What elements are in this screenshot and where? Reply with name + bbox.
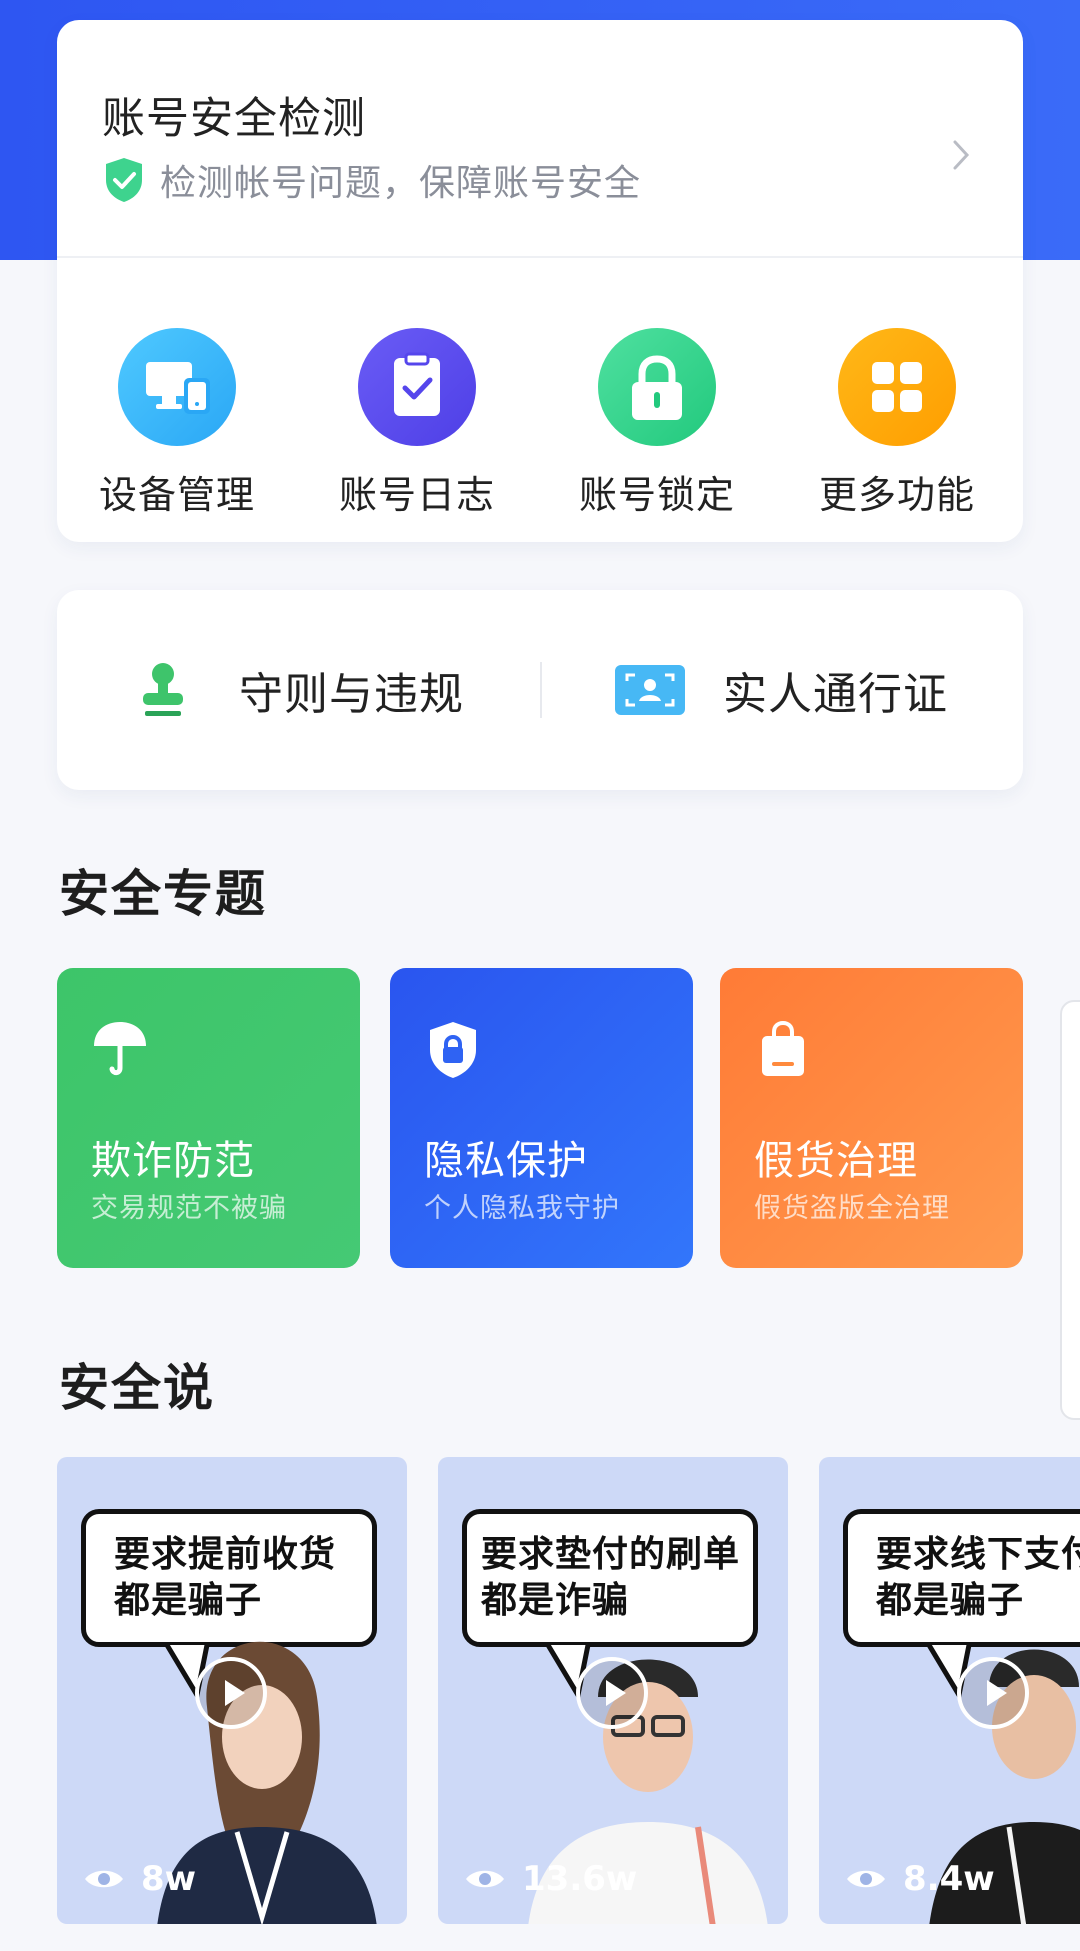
rules-and-violations[interactable]: 守则与违规 [137, 590, 464, 790]
real-person-label: 实人通行证 [723, 669, 948, 720]
stamp-icon [143, 663, 183, 716]
play-icon[interactable] [576, 1657, 648, 1729]
view-count-value: 8.4w [903, 1859, 995, 1899]
shield-lock-icon [430, 1022, 476, 1078]
rules-card: 守则与违规 实人通行证 [57, 590, 1023, 790]
bag-icon [762, 1020, 804, 1076]
account-check-row[interactable]: 账号安全检测 检测帐号问题，保障账号安全 [57, 20, 1023, 258]
real-person-pass[interactable]: 实人通行证 [615, 590, 948, 790]
umbrella-icon [94, 1022, 146, 1076]
clipboard-check-icon [358, 328, 476, 446]
view-count-value: 8w [141, 1859, 197, 1899]
grid-icon [838, 328, 956, 446]
function-label: 账号锁定 [578, 473, 735, 517]
function-row: 设备管理 账号日志 账号锁定 更多功能 [57, 258, 1023, 542]
function-label: 更多功能 [818, 473, 975, 517]
eye-icon [847, 1870, 885, 1888]
play-icon[interactable] [195, 1657, 267, 1729]
topic-title: 欺诈防范 [91, 1138, 255, 1184]
function-device-management[interactable]: 设备管理 [57, 328, 297, 519]
account-security-card: 账号安全检测 检测帐号问题，保障账号安全 设备管理 账号日志 账号锁定 更多功能 [57, 20, 1023, 542]
face-id-icon [615, 665, 685, 715]
function-label: 设备管理 [98, 473, 255, 517]
topic-card-privacy[interactable]: 隐私保护 个人隐私我守护 [390, 968, 693, 1268]
function-account-lock[interactable]: 账号锁定 [537, 328, 777, 519]
view-count: 8.4w [845, 1859, 995, 1899]
lock-icon [598, 328, 716, 446]
topic-subtitle: 个人隐私我守护 [424, 1193, 620, 1224]
account-check-subtitle-row: 检测帐号问题，保障账号安全 [102, 154, 641, 206]
topics-section-title: 安全专题 [59, 865, 267, 923]
function-more[interactable]: 更多功能 [777, 328, 1017, 519]
function-account-log[interactable]: 账号日志 [297, 328, 537, 519]
eye-icon [85, 1870, 123, 1888]
video-card[interactable]: 要求线下支付 都是骗子 8.4w [819, 1457, 1080, 1924]
topic-card-counterfeit[interactable]: 假货治理 假货盗版全治理 [720, 968, 1023, 1268]
eye-icon [466, 1870, 504, 1888]
talk-section-title: 安全说 [59, 1359, 215, 1417]
account-check-subtitle: 检测帐号问题，保障账号安全 [160, 163, 642, 204]
video-card[interactable]: 要求垫付的刷单 都是诈骗 13.6w [438, 1457, 788, 1924]
device-icon [118, 328, 236, 446]
play-icon[interactable] [957, 1657, 1029, 1729]
chevron-right-icon [953, 140, 970, 170]
shield-check-icon [106, 158, 142, 202]
divider [540, 662, 542, 718]
account-check-title: 账号安全检测 [102, 94, 366, 144]
video-card[interactable]: 要求提前收货 都是骗子 8w [57, 1457, 407, 1924]
topic-subtitle: 假货盗版全治理 [754, 1193, 950, 1224]
topic-card-fraud[interactable]: 欺诈防范 交易规范不被骗 [57, 968, 360, 1268]
topic-card-next-partial[interactable] [1060, 1000, 1080, 1420]
view-count: 13.6w [464, 1859, 637, 1899]
function-label: 账号日志 [338, 473, 495, 517]
view-count-value: 13.6w [522, 1859, 638, 1899]
view-count: 8w [83, 1859, 196, 1899]
topic-subtitle: 交易规范不被骗 [91, 1193, 287, 1224]
topic-title: 隐私保护 [424, 1138, 588, 1184]
topic-title: 假货治理 [754, 1138, 918, 1184]
rules-label: 守则与违规 [239, 669, 464, 720]
